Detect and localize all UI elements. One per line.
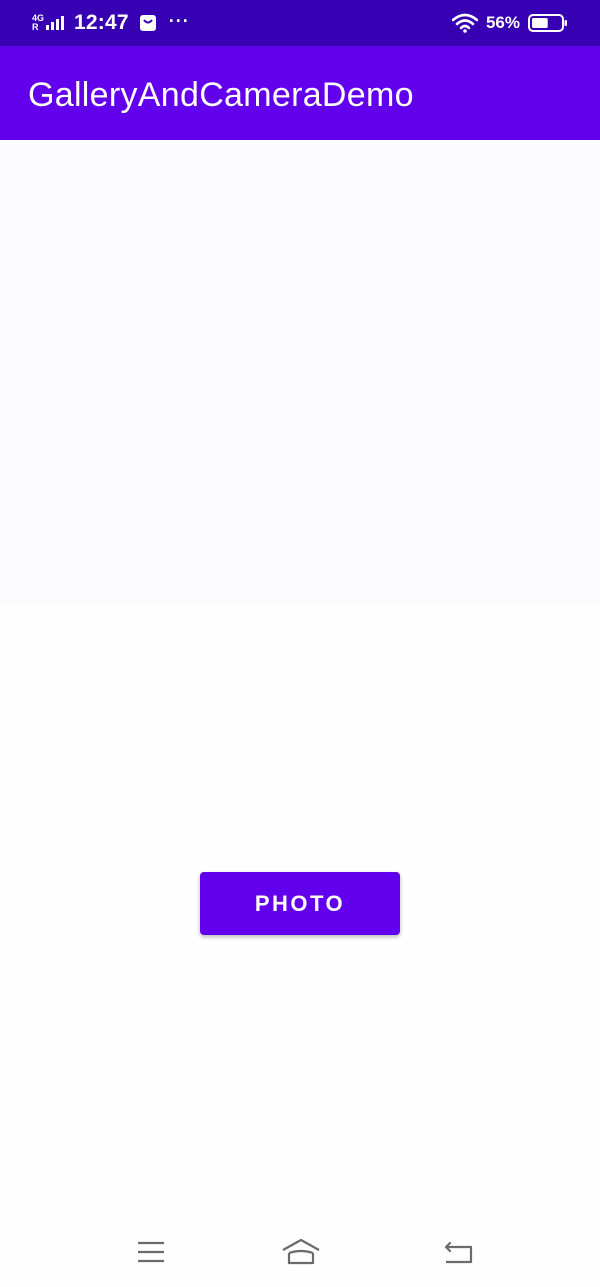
image-preview bbox=[0, 140, 600, 605]
page-title: GalleryAndCameraDemo bbox=[28, 76, 414, 114]
network-type-indicator: 4G R bbox=[32, 14, 44, 32]
roaming-label: R bbox=[32, 22, 39, 32]
navigation-bar bbox=[0, 1225, 600, 1287]
photo-button[interactable]: PHOTO bbox=[200, 872, 400, 935]
menu-icon[interactable] bbox=[131, 1237, 171, 1267]
more-notifications-indicator: ··· bbox=[168, 10, 190, 31]
wifi-icon bbox=[451, 13, 478, 33]
status-bar: 4G R 12:47 ··· 56% bbox=[0, 0, 600, 46]
home-icon[interactable] bbox=[281, 1237, 321, 1267]
back-icon[interactable] bbox=[438, 1237, 478, 1267]
signal-strength-icon bbox=[46, 16, 66, 30]
bag-icon bbox=[139, 14, 157, 32]
status-time: 12:47 bbox=[74, 11, 129, 34]
app-bar: GalleryAndCameraDemo bbox=[0, 46, 600, 140]
app-screen: 4G R 12:47 ··· 56% GalleryAndCameraDemo … bbox=[0, 0, 600, 1287]
status-bar-left: 4G R 12:47 ··· bbox=[32, 10, 190, 36]
battery-percent: 56% bbox=[485, 13, 520, 32]
status-bar-right: 56% bbox=[451, 10, 568, 36]
battery-icon bbox=[528, 14, 568, 32]
